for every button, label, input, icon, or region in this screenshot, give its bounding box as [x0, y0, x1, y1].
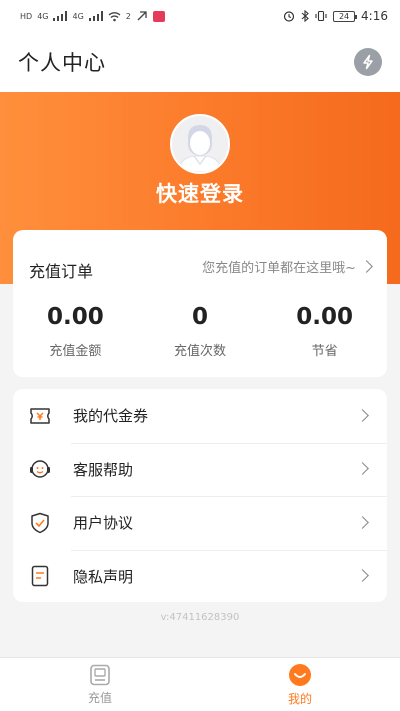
stat-value: 0.00: [296, 304, 354, 330]
app-header: 个人中心: [0, 32, 400, 92]
quick-login-button[interactable]: 快速登录: [0, 178, 400, 208]
stat-savings: 0.00 节省: [262, 302, 387, 359]
network-label-2: 4G: [72, 11, 84, 21]
wifi-badge: 2: [125, 11, 131, 21]
vibrate-icon: [315, 10, 327, 22]
battery-icon: 24: [333, 10, 358, 22]
recharge-orders-card: 充值订单 您充值的订单都在这里哦~ 0.00 充值金额 0 充值次数 0.00 …: [13, 230, 387, 377]
stat-label: 节省: [311, 344, 338, 359]
menu-item-label: 隐私声明: [73, 567, 134, 586]
menu-list: 我的代金券 客服帮助 用户协议 隐私声明: [13, 389, 387, 602]
alarm-icon: [283, 11, 295, 22]
recharge-icon: [90, 664, 110, 685]
menu-item-label: 我的代金券: [73, 407, 149, 426]
page-title: 个人中心: [18, 51, 106, 75]
stat-recharge-amount: 0.00 充值金额: [13, 302, 138, 359]
recharge-orders-title: 充值订单: [29, 262, 94, 281]
stat-recharge-count: 0 充值次数: [138, 302, 263, 359]
customer-service-icon: [29, 458, 51, 480]
nav-label: 充值: [87, 690, 112, 705]
stat-label: 充值金额: [49, 344, 102, 359]
menu-item-label: 客服帮助: [73, 460, 134, 479]
tab-recharge[interactable]: 充值: [0, 658, 200, 711]
wifi-icon: [108, 11, 121, 21]
avatar[interactable]: [170, 114, 230, 174]
menu-item-user-agreement[interactable]: 用户协议: [13, 496, 387, 550]
nav-label: 我的: [287, 691, 312, 706]
sync-icon: [137, 11, 147, 21]
bottom-nav: 充值 我的: [0, 657, 400, 711]
signal-icon: [53, 11, 68, 21]
chevron-right-icon: [360, 260, 373, 273]
flash-icon: [363, 54, 373, 70]
recharge-stats: 0.00 充值金额 0 充值次数 0.00 节省: [13, 302, 387, 359]
status-system: 24 4:16: [283, 9, 388, 23]
default-avatar-icon: [172, 116, 228, 172]
signal-icon-2: [88, 11, 103, 21]
recharge-orders-hint: 您充值的订单都在这里哦~: [202, 261, 356, 276]
tab-mine[interactable]: 我的: [200, 658, 400, 711]
hd-label: HD: [20, 11, 33, 21]
voucher-icon: [29, 405, 51, 427]
smile-icon: [289, 663, 311, 686]
chevron-right-icon: [356, 408, 369, 422]
stat-value: 0.00: [46, 304, 104, 330]
status-bar: HD 4G 4G 2 24 4:16: [0, 0, 400, 32]
stat-value: 0: [192, 304, 209, 330]
recharge-orders-link[interactable]: 您充值的订单都在这里哦~: [202, 257, 373, 276]
chevron-right-icon: [356, 515, 369, 529]
menu-item-label: 用户协议: [73, 514, 134, 533]
status-indicators: HD 4G 4G 2: [20, 10, 165, 22]
menu-item-customer-service[interactable]: 客服帮助: [13, 442, 387, 497]
status-time: 4:16: [361, 9, 388, 23]
network-label-1: 4G: [37, 11, 49, 21]
stat-label: 充值次数: [174, 344, 227, 359]
chevron-right-icon: [356, 569, 369, 583]
document-icon: [29, 565, 51, 587]
flash-button[interactable]: [354, 48, 382, 76]
shield-check-icon: [29, 512, 51, 534]
menu-item-privacy[interactable]: 隐私声明: [13, 549, 387, 603]
chevron-right-icon: [356, 462, 369, 476]
menu-item-vouchers[interactable]: 我的代金券: [13, 389, 387, 443]
app-notification-icon: [152, 10, 165, 22]
version-label: v:47411628390: [160, 612, 240, 623]
bluetooth-icon: [301, 10, 309, 22]
